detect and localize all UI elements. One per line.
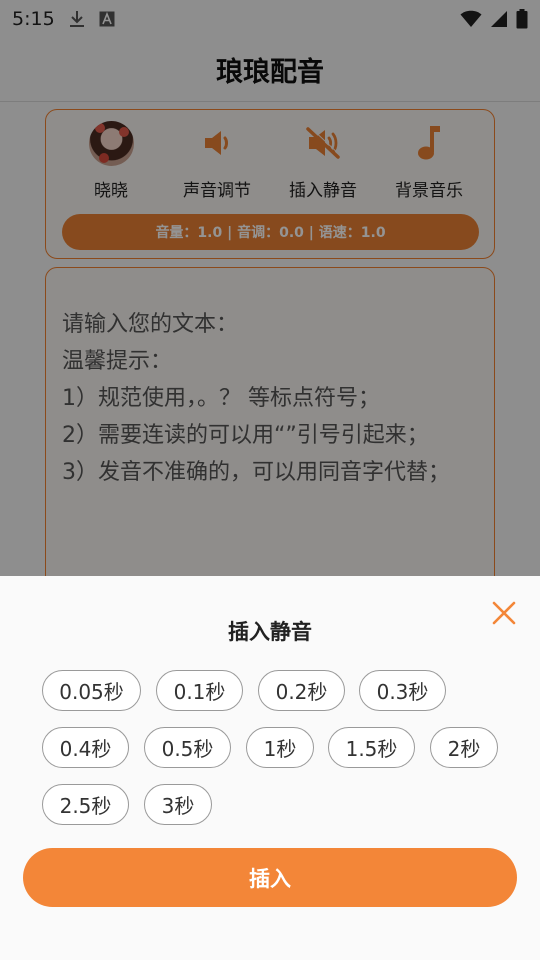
silence-option[interactable]: 0.1秒 <box>156 670 243 711</box>
silence-option[interactable]: 0.05秒 <box>42 670 141 711</box>
silence-option[interactable]: 3秒 <box>144 784 212 825</box>
insert-button[interactable]: 插入 <box>23 848 517 907</box>
silence-option[interactable]: 2.5秒 <box>42 784 129 825</box>
silence-option[interactable]: 0.4秒 <box>42 727 129 768</box>
silence-option[interactable]: 0.3秒 <box>359 670 446 711</box>
silence-option[interactable]: 0.2秒 <box>258 670 345 711</box>
silence-option[interactable]: 1.5秒 <box>328 727 415 768</box>
silence-option[interactable]: 1秒 <box>246 727 314 768</box>
insert-silence-sheet: 插入静音 0.05秒 0.1秒 0.2秒 0.3秒 0.4秒 0.5秒 1秒 1… <box>0 576 540 960</box>
silence-option[interactable]: 2秒 <box>430 727 498 768</box>
modal-backdrop[interactable] <box>0 0 540 576</box>
silence-option[interactable]: 0.5秒 <box>144 727 231 768</box>
